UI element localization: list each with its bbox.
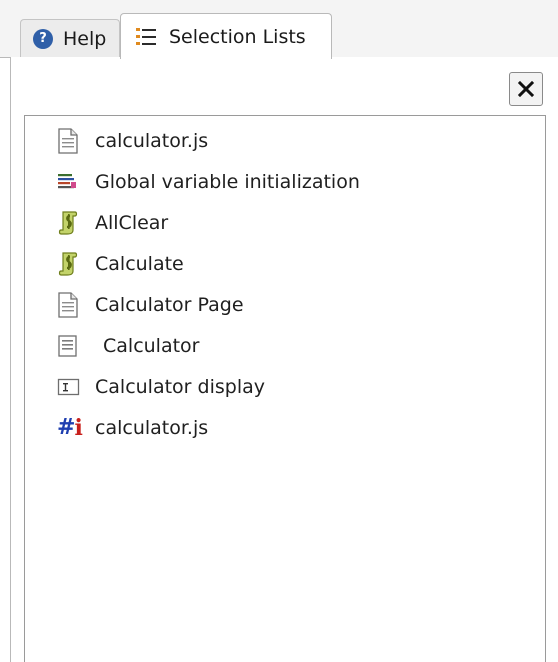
page-icon	[57, 291, 83, 319]
list-item[interactable]: Calculator Page	[57, 287, 557, 323]
list-item-label: calculator.js	[95, 417, 209, 439]
tab-selection-lists[interactable]: Selection Lists	[120, 13, 332, 59]
help-circle-icon: ?	[33, 28, 53, 49]
form-icon	[57, 332, 83, 360]
list-item[interactable]: Calculator	[57, 328, 557, 364]
hash-info-icon: # i	[57, 415, 83, 441]
selection-list[interactable]: calculator.js Global variable initializa…	[24, 115, 546, 662]
tab-help[interactable]: ? Help	[20, 19, 120, 57]
list-item[interactable]: Calculator display	[57, 369, 557, 405]
variables-icon	[57, 168, 83, 196]
tab-selection-lists-label: Selection Lists	[169, 25, 306, 48]
tab-strip: ? Help Selection Lists	[0, 0, 558, 59]
script-icon	[57, 209, 83, 237]
close-icon	[518, 81, 534, 97]
document-icon	[57, 127, 83, 155]
list-item-label: Calculate	[95, 253, 184, 275]
list-icon	[135, 26, 157, 48]
selection-lists-window: ? Help Selection Lists calculator.js Glo…	[0, 0, 558, 662]
close-button[interactable]	[509, 72, 543, 106]
list-item-label: calculator.js	[95, 130, 209, 152]
textfield-icon	[57, 373, 83, 401]
list-item-label: Global variable initialization	[95, 171, 360, 193]
list-item[interactable]: calculator.js	[57, 123, 557, 159]
list-item-label: Calculator display	[95, 376, 265, 398]
list-item[interactable]: Calculate	[57, 246, 557, 282]
tab-help-label: Help	[63, 27, 107, 50]
list-item-label: Calculator Page	[95, 294, 244, 316]
script-icon	[57, 250, 83, 278]
list-item-label: AllClear	[95, 212, 169, 234]
list-item[interactable]: Global variable initialization	[57, 164, 557, 200]
list-item[interactable]: # i calculator.js	[57, 410, 557, 446]
list-item[interactable]: AllClear	[57, 205, 557, 241]
list-item-label: Calculator	[103, 335, 200, 357]
